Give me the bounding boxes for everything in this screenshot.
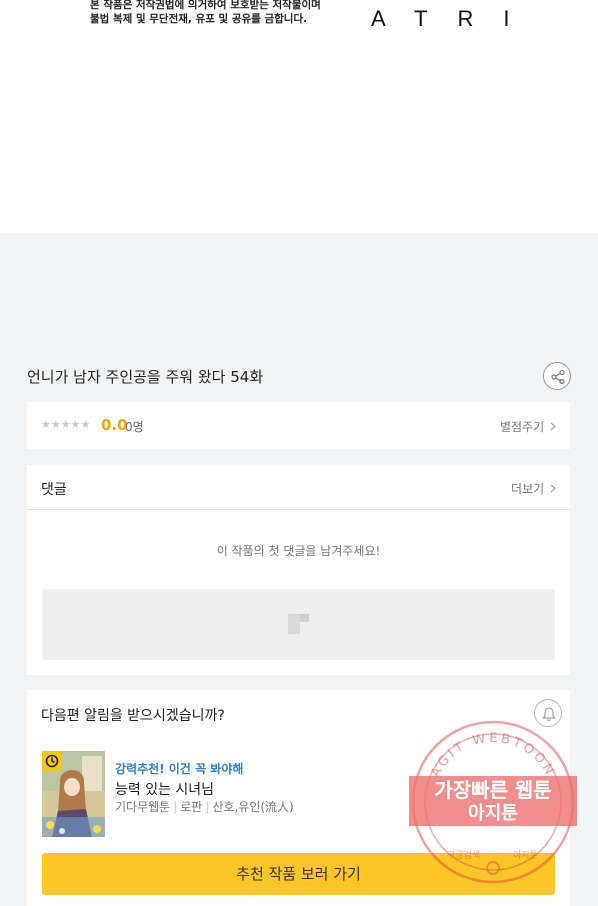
waiting-free-badge — [42, 751, 62, 771]
rating-count: 0명 — [125, 420, 144, 434]
comments-title: 댓글 — [41, 482, 67, 498]
comments-more-label: 더보기 — [511, 482, 545, 496]
episode-title-row: 언니가 남자 주인공을 주워 왔다 54화 — [27, 362, 572, 392]
view-recommendations-button[interactable]: 추천 작품 보러 가기 — [42, 853, 555, 895]
share-button[interactable] — [543, 362, 571, 390]
episode-title: 언니가 남자 주인공을 주워 왔다 54화 — [27, 368, 264, 386]
comments-more-button[interactable]: 더보기 — [511, 480, 556, 497]
recommended-title[interactable]: 능력 있는 시녀님 — [115, 779, 214, 799]
recommended-authors: 산호,유인(流人) — [212, 800, 294, 814]
chevron-right-icon — [550, 422, 556, 431]
recommendation-card: 다음편 알림을 받으시겠습니까? 강력추천! 이건 꼭 봐야해 능력 있는 시녀… — [27, 690, 570, 906]
rating-card: ★★★★★ 0.0 0명 별점주기 — [27, 402, 570, 449]
brand-logo: ATRI — [371, 6, 540, 31]
notify-bell-button[interactable] — [534, 699, 562, 727]
rate-button-label: 별점주기 — [500, 420, 545, 434]
share-icon — [551, 369, 565, 385]
copyright-notice: 본 작품은 저작권법에 의거하여 보호받는 저작물이며 불법 복제 및 무단전재… — [90, 0, 321, 26]
comment-input-box[interactable] — [42, 589, 555, 660]
comments-empty-message: 이 작품의 첫 댓글을 남겨주세요! — [216, 544, 381, 558]
recommendation-tag: 강력추천! 이건 꼭 봐야해 — [115, 762, 244, 776]
recommended-meta: 기다무웹툰 | 로판 | 산호,유인(流人) — [115, 800, 294, 814]
clock-icon — [45, 754, 59, 768]
chevron-right-icon — [550, 484, 556, 493]
comment-placeholder-icon — [288, 614, 309, 634]
recommended-thumbnail[interactable] — [42, 751, 105, 837]
rating-stars: ★★★★★ — [41, 418, 91, 431]
comments-header: 댓글 더보기 — [27, 465, 570, 510]
rating-score: 0.0 — [101, 416, 128, 434]
episode-image-end: 본 작품은 저작권법에 의거하여 보호받는 저작물이며 불법 복제 및 무단전재… — [0, 0, 598, 233]
recommended-category: 기다무웹툰 — [115, 800, 171, 814]
notify-question: 다음편 알림을 받으시겠습니까? — [41, 708, 225, 724]
rate-button[interactable]: 별점주기 — [500, 418, 556, 435]
comments-card: 댓글 더보기 이 작품의 첫 댓글을 남겨주세요! — [27, 465, 570, 675]
copyright-line-2: 불법 복제 및 무단전재, 유포 및 공유를 금합니다. — [90, 13, 308, 25]
bell-icon — [542, 707, 556, 721]
recommended-genre: 로판 — [180, 800, 203, 814]
copyright-line-1: 본 작품은 저작권법에 의거하여 보호받는 저작물이며 — [90, 0, 321, 11]
